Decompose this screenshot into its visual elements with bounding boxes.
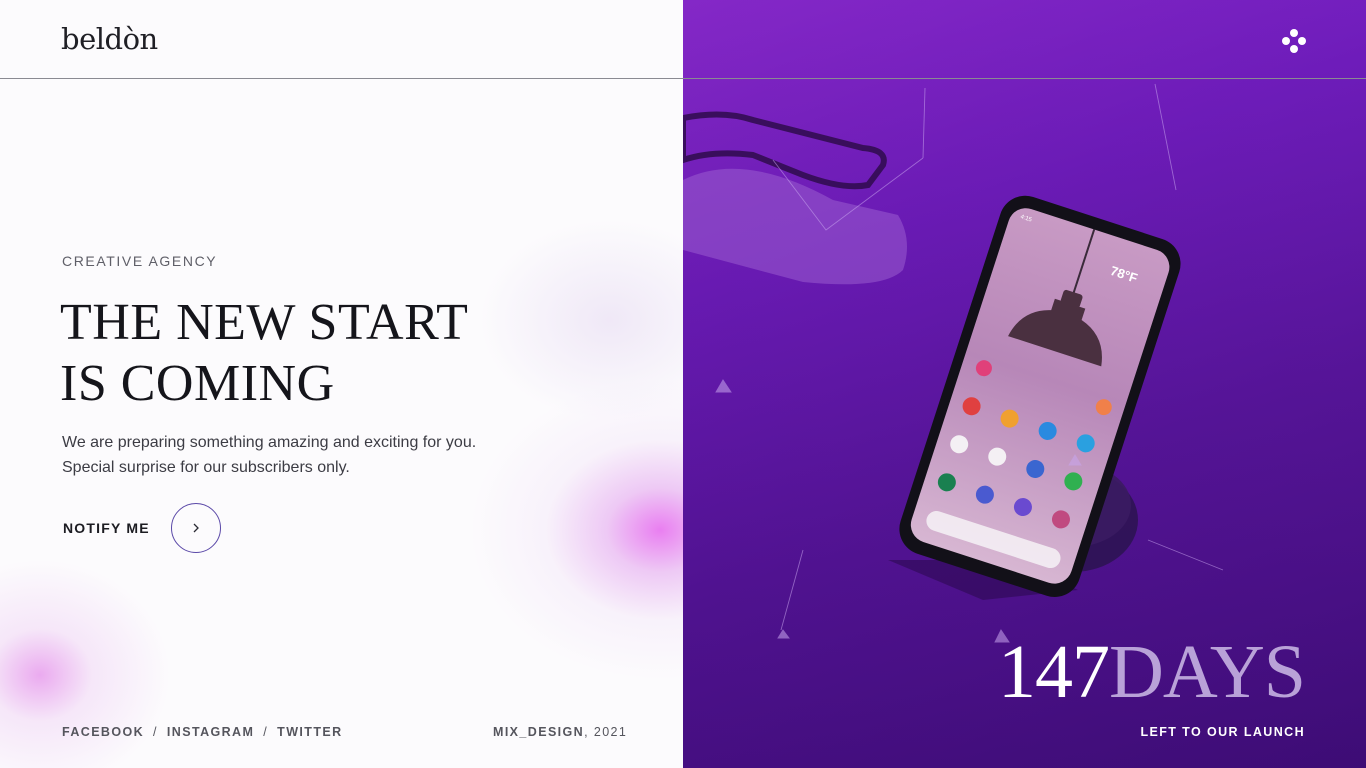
notify-me-circle[interactable] [170, 503, 221, 553]
left-panel: beldòn CREATIVE AGENCY THE NEW START IS … [0, 0, 683, 768]
social-link-facebook[interactable]: FACEBOOK [62, 725, 144, 739]
description: We are preparing something amazing and e… [62, 430, 476, 480]
separator: / [153, 725, 158, 739]
pink-glow-right [470, 380, 683, 680]
description-line-1: We are preparing something amazing and e… [62, 434, 477, 451]
countdown-unit: DAYS [1109, 630, 1306, 714]
chevron-right-icon [193, 523, 199, 533]
notify-me-button[interactable]: NOTIFY ME [63, 503, 221, 553]
countdown-caption: LEFT TO OUR LAUNCH [1140, 725, 1305, 739]
social-link-instagram[interactable]: INSTAGRAM [167, 725, 254, 739]
brand-logo[interactable]: beldòn [61, 22, 158, 56]
countdown-value: 147 [998, 630, 1110, 714]
countdown: 147 DAYS [998, 630, 1306, 714]
social-link-twitter[interactable]: TWITTER [277, 725, 342, 739]
credit-year: , 2021 [584, 725, 628, 739]
credit-name[interactable]: MIX_DESIGN [493, 725, 584, 739]
separator: / [263, 725, 269, 739]
credit: MIX_DESIGN, 2021 [493, 725, 627, 739]
hero-image-panel: 78°F 4:15 147 DAYS LEFT TO OUR LAUNCH [683, 0, 1366, 768]
eyebrow-label: CREATIVE AGENCY [62, 253, 218, 269]
social-links: FACEBOOK / INSTAGRAM / TWITTER [62, 725, 343, 739]
dots-menu-icon[interactable] [1281, 28, 1307, 54]
notify-me-label[interactable]: NOTIFY ME [63, 520, 150, 536]
page-title: THE NEW START IS COMING [60, 292, 468, 414]
description-line-2: Special surprise for our subscribers onl… [62, 459, 350, 476]
header-divider [0, 78, 1366, 79]
headline-line-1: THE NEW START [60, 294, 469, 351]
headline-line-2: IS COMING [60, 355, 335, 412]
